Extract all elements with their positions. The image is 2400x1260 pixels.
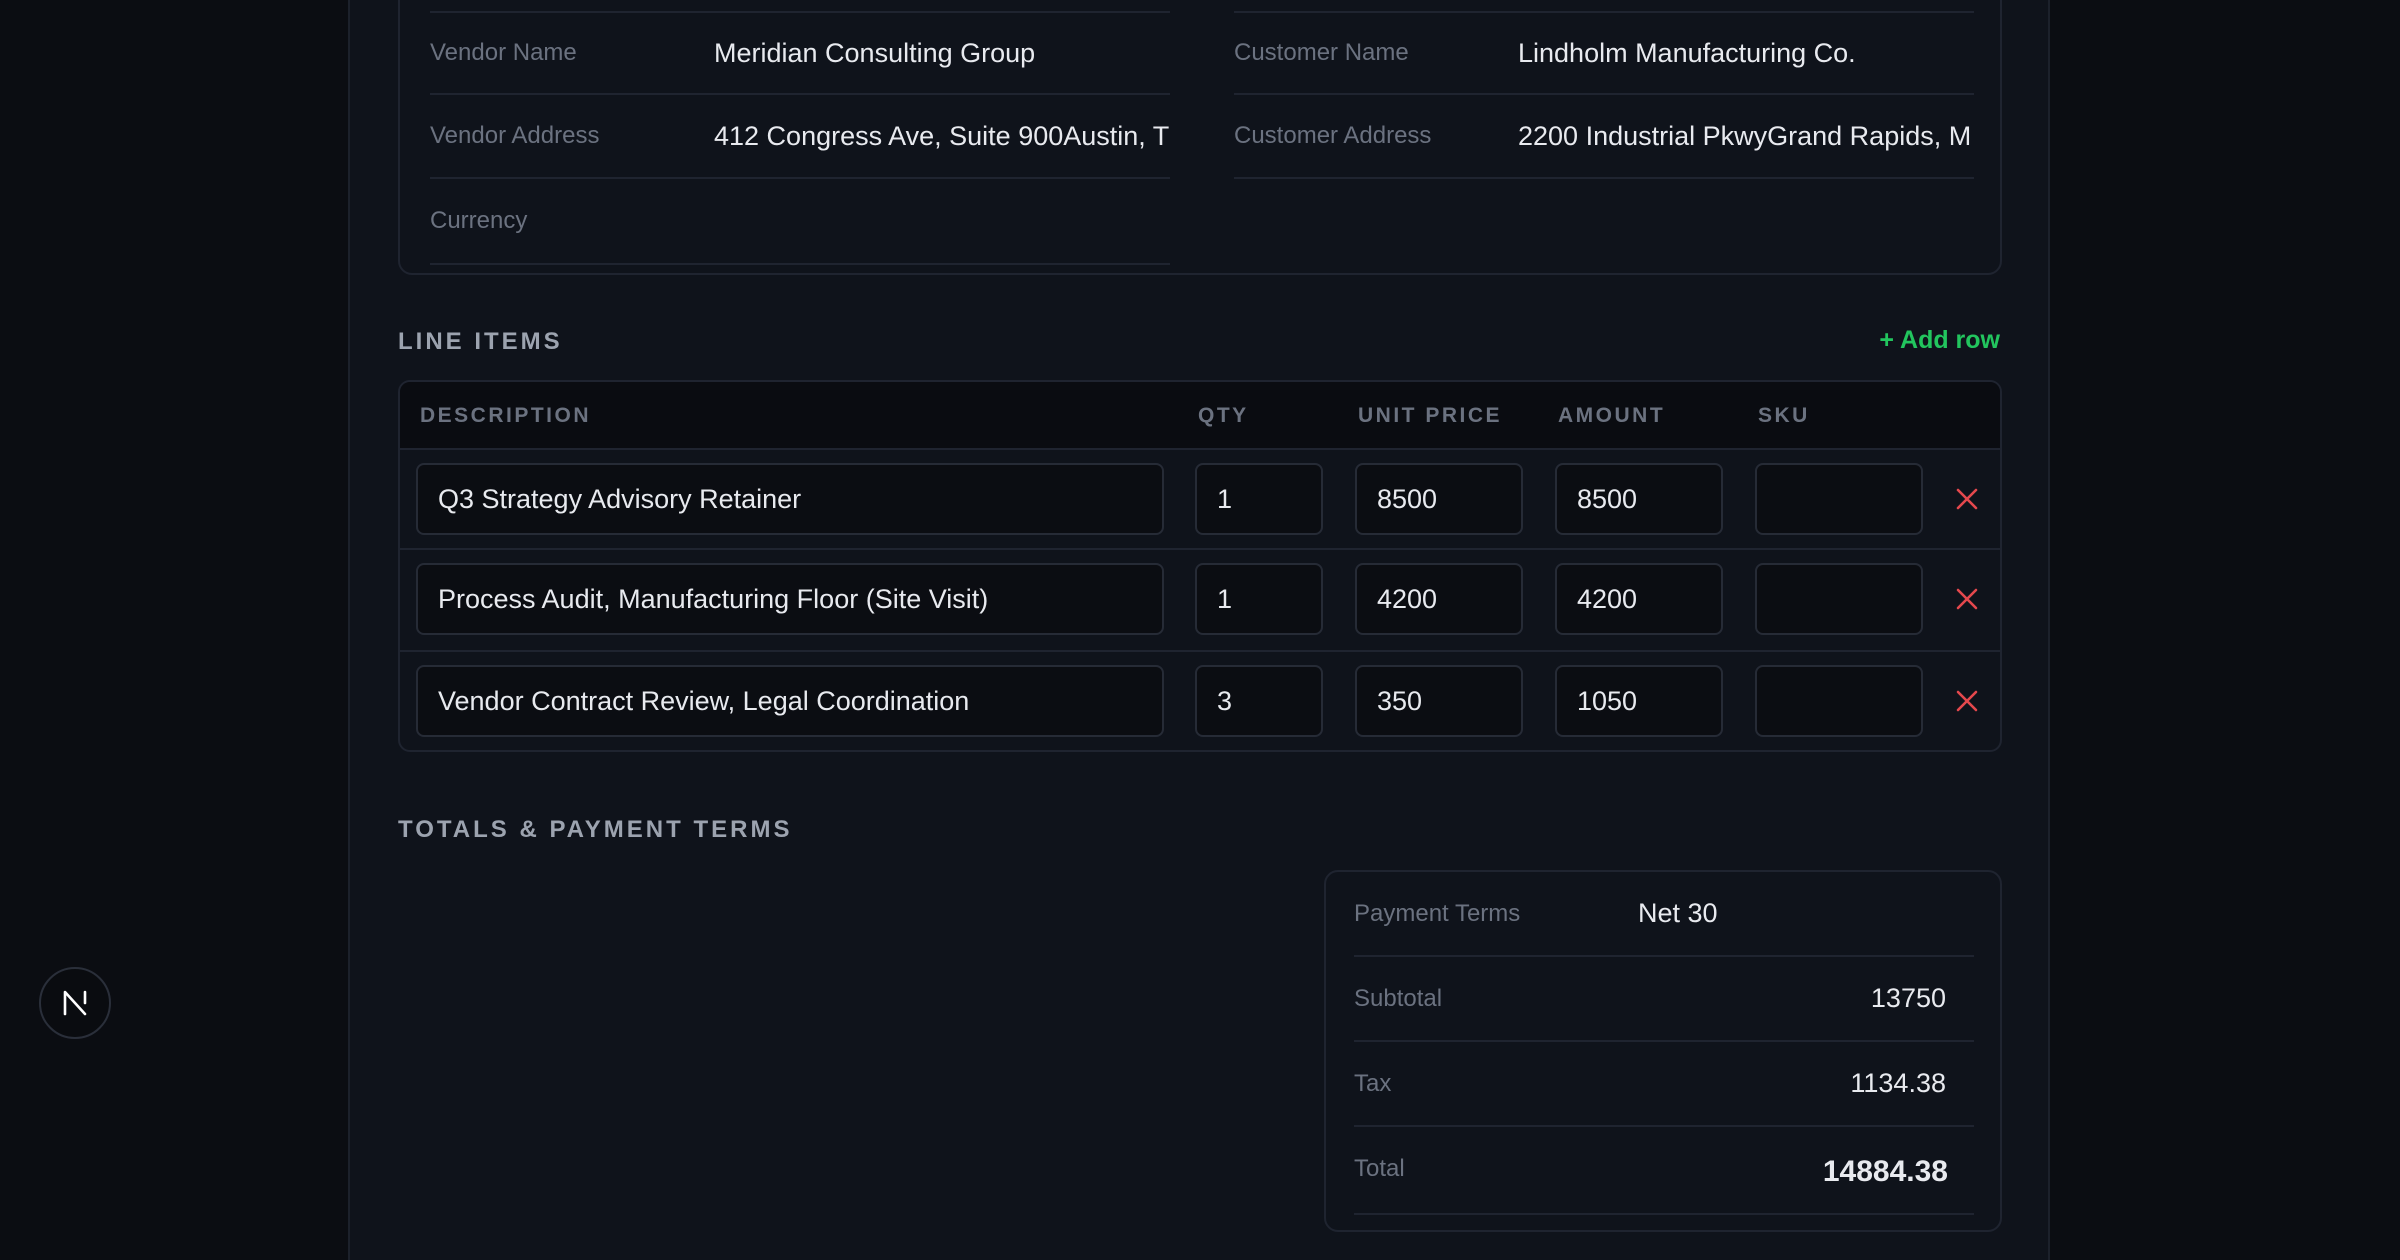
vendor-address-value[interactable]: 412 Congress Ave, Suite 900Austin, T [714, 121, 1170, 152]
vendor-name-row: Vendor Name Meridian Consulting Group [430, 11, 1170, 95]
description-input[interactable] [416, 563, 1164, 635]
amount-input[interactable] [1555, 463, 1723, 535]
invoice-panel: Vendor Name Meridian Consulting Group Ve… [348, 0, 2050, 1260]
line-items-table: DESCRIPTION QTY UNIT PRICE AMOUNT SKU [398, 380, 2002, 752]
qty-input[interactable] [1195, 463, 1323, 535]
currency-row: Currency [430, 179, 1170, 265]
parties-card: Vendor Name Meridian Consulting Group Ve… [398, 0, 2002, 275]
description-input[interactable] [416, 463, 1164, 535]
customer-address-row: Customer Address 2200 Industrial PkwyGra… [1234, 95, 1974, 179]
unit-price-input[interactable] [1355, 463, 1523, 535]
customer-address-value[interactable]: 2200 Industrial PkwyGrand Rapids, M [1518, 121, 1974, 152]
column-unit-price: UNIT PRICE [1358, 404, 1503, 427]
amount-input[interactable] [1555, 563, 1723, 635]
column-sku: SKU [1758, 404, 1810, 427]
line-items-title: LINE ITEMS [398, 328, 563, 355]
sku-input[interactable] [1755, 665, 1923, 737]
tax-row: Tax 1134.38 [1354, 1042, 1974, 1127]
n-logo-badge[interactable] [39, 967, 111, 1039]
amount-input[interactable] [1555, 665, 1723, 737]
vendor-name-value[interactable]: Meridian Consulting Group [714, 38, 1170, 69]
add-row-button[interactable]: + Add row [1879, 326, 2000, 355]
subtotal-value: 13750 [1870, 983, 1946, 1013]
subtotal-row: Subtotal 13750 [1354, 957, 1974, 1042]
column-qty: QTY [1198, 404, 1249, 427]
subtotal-label: Subtotal [1354, 985, 1443, 1012]
payment-terms-row: Payment Terms Net 30 [1354, 872, 1974, 957]
delete-row-icon[interactable] [1952, 584, 1982, 614]
currency-label: Currency [430, 207, 528, 234]
total-label: Total [1354, 1155, 1405, 1182]
vendor-name-label: Vendor Name [430, 39, 577, 66]
delete-row-icon[interactable] [1952, 484, 1982, 514]
qty-input[interactable] [1195, 563, 1323, 635]
description-input[interactable] [416, 665, 1164, 737]
qty-input[interactable] [1195, 665, 1323, 737]
customer-name-value[interactable]: Lindholm Manufacturing Co. [1518, 38, 1974, 69]
customer-address-label: Customer Address [1234, 122, 1432, 149]
sku-input[interactable] [1755, 563, 1923, 635]
n-logo-icon [63, 990, 87, 1016]
tax-label: Tax [1354, 1070, 1392, 1097]
vendor-address-row: Vendor Address 412 Congress Ave, Suite 9… [430, 95, 1170, 179]
total-value: 14884.38 [1822, 1155, 1948, 1188]
delete-row-icon[interactable] [1952, 686, 1982, 716]
table-row [400, 450, 2000, 550]
customer-name-row: Customer Name Lindholm Manufacturing Co. [1234, 11, 1974, 95]
totals-title: TOTALS & PAYMENT TERMS [398, 816, 793, 843]
customer-name-label: Customer Name [1234, 39, 1409, 66]
unit-price-input[interactable] [1355, 665, 1523, 737]
totals-card: Payment Terms Net 30 Subtotal 13750 Tax … [1324, 870, 2002, 1232]
payment-terms-value[interactable]: Net 30 [1638, 898, 1718, 929]
table-row [400, 652, 2000, 750]
unit-price-input[interactable] [1355, 563, 1523, 635]
vendor-address-label: Vendor Address [430, 122, 600, 149]
sku-input[interactable] [1755, 463, 1923, 535]
column-amount: AMOUNT [1558, 404, 1666, 427]
table-row [400, 550, 2000, 652]
column-description: DESCRIPTION [420, 404, 592, 427]
table-header: DESCRIPTION QTY UNIT PRICE AMOUNT SKU [400, 382, 2000, 450]
total-row: Total 14884.38 [1354, 1127, 1974, 1215]
tax-value: 1134.38 [1850, 1068, 1946, 1098]
payment-terms-label: Payment Terms [1354, 900, 1521, 927]
